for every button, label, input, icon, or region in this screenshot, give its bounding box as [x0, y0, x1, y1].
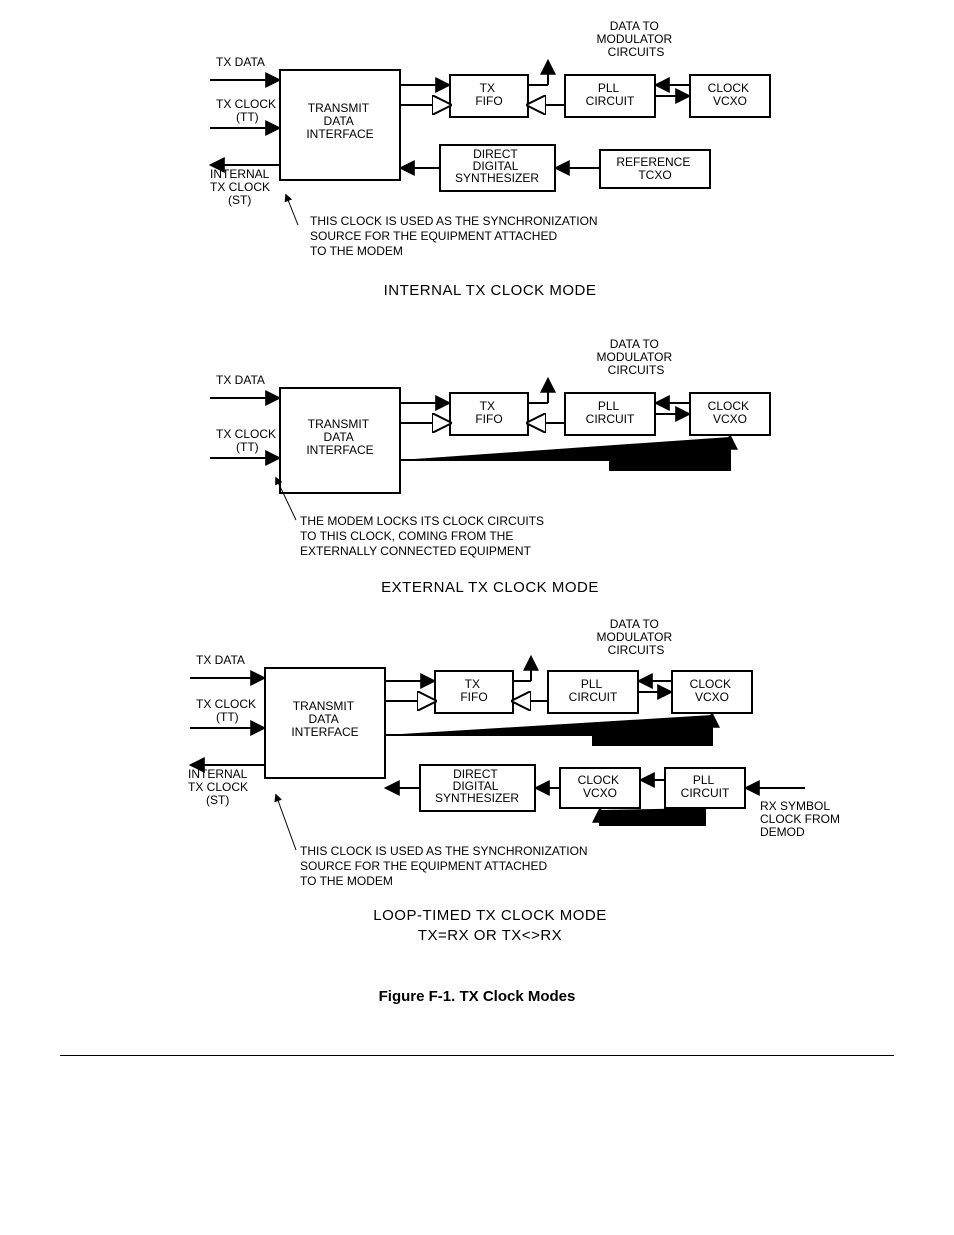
tx-clock-label: TX CLOCK (TT)	[216, 97, 279, 124]
tx-data-label: TX DATA	[216, 55, 265, 69]
diagram3-title-1: LOOP-TIMED TX CLOCK MODE	[373, 907, 606, 924]
data-to-mod-label-2: DATA TO MODULATOR CIRCUITS	[597, 337, 676, 377]
note3-line-2: SOURCE FOR THE EQUIPMENT ATTACHED	[300, 859, 547, 873]
note2-line-3: EXTERNALLY CONNECTED EQUIPMENT	[300, 544, 532, 558]
diagram-external-tx-clock: DATA TO MODULATOR CIRCUITS TRANSMIT DATA…	[0, 330, 954, 610]
diagram-internal-tx-clock: DATA TO MODULATOR CIRCUITS TRANSMIT DATA…	[0, 0, 954, 330]
note2-line-2: TO THIS CLOCK, COMING FROM THE	[300, 529, 513, 543]
clock-vcxo-label-3a: CLOCK VCXO	[690, 677, 735, 704]
clock-vcxo-label: CLOCK VCXO	[708, 81, 753, 108]
tx-clock-label-2: TX CLOCK (TT)	[216, 427, 279, 454]
internal-tx-clock-label: INTERNAL TX CLOCK (ST)	[210, 167, 273, 207]
note-line-1: THIS CLOCK IS USED AS THE SYNCHRONIZATIO…	[310, 214, 598, 228]
clock-vcxo-label-2: CLOCK VCXO	[708, 399, 753, 426]
diagram2-title: EXTERNAL TX CLOCK MODE	[381, 579, 599, 596]
tx-data-label-2: TX DATA	[216, 373, 265, 387]
diagram3-title-2: TX=RX OR TX<>RX	[418, 927, 562, 944]
footer-rule	[60, 1055, 894, 1056]
data-to-mod-label: DATA TO MODULATOR CIRCUITS	[597, 19, 676, 59]
diagram-loop-timed-tx-clock: DATA TO MODULATOR CIRCUITS TRANSMIT DATA…	[0, 610, 954, 970]
figure-caption: Figure F-1. TX Clock Modes	[0, 988, 954, 1005]
tx-clock-label-3: TX CLOCK (TT)	[196, 697, 259, 724]
rx-symbol-label: RX SYMBOL CLOCK FROM DEMOD	[760, 799, 843, 839]
note2-line-1: THE MODEM LOCKS ITS CLOCK CIRCUITS	[300, 514, 544, 528]
note-line-2: SOURCE FOR THE EQUIPMENT ATTACHED	[310, 229, 557, 243]
clock-vcxo-label-3b: CLOCK VCXO	[578, 773, 623, 800]
note-line-3: TO THE MODEM	[310, 244, 403, 258]
internal-tx-clock-label-3: INTERNAL TX CLOCK (ST)	[188, 767, 251, 807]
note3-line-1: THIS CLOCK IS USED AS THE SYNCHRONIZATIO…	[300, 844, 588, 858]
data-to-mod-label-3: DATA TO MODULATOR CIRCUITS	[597, 617, 676, 657]
tx-data-label-3: TX DATA	[196, 653, 245, 667]
diagram1-title: INTERNAL TX CLOCK MODE	[384, 282, 597, 299]
note3-line-3: TO THE MODEM	[300, 874, 393, 888]
